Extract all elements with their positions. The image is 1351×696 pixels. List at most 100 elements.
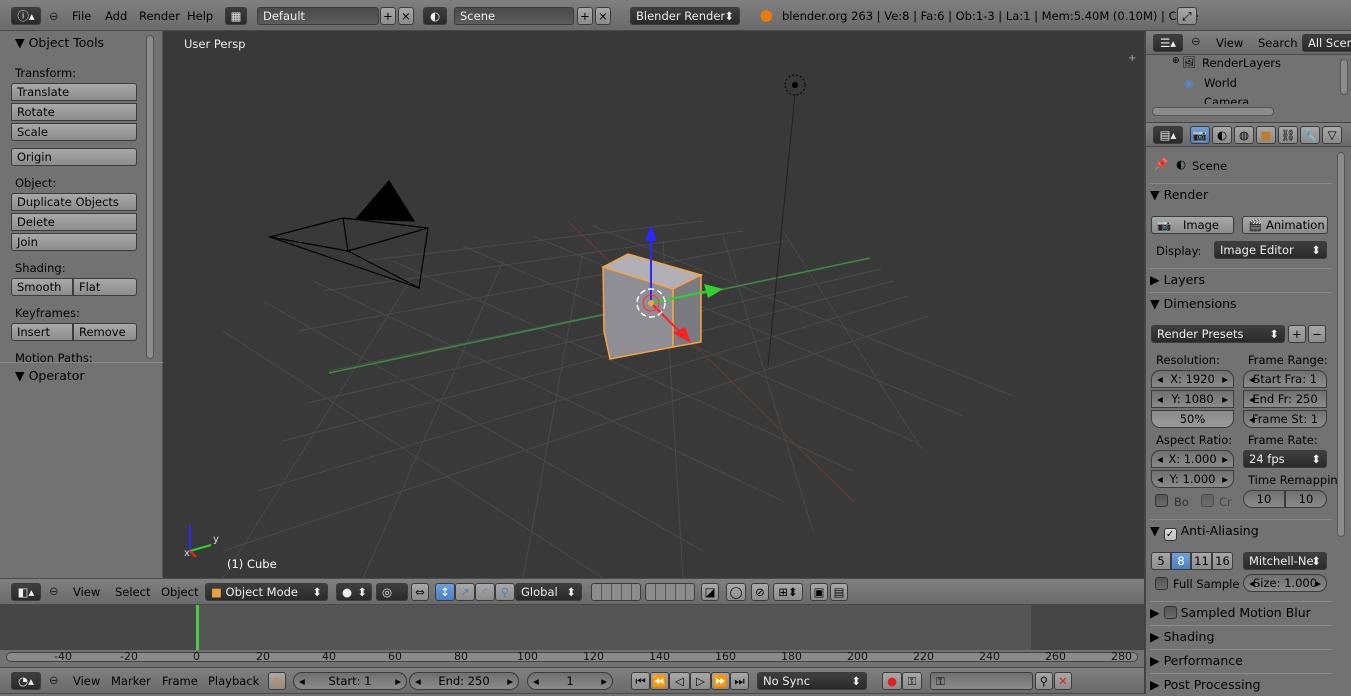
start-frame-field[interactable]: ◂ Start: 1 ▸ [293, 672, 407, 690]
record-button[interactable]: ● [882, 672, 902, 690]
start-frame-field[interactable]: ◂ Start Fra: 1 [1243, 370, 1327, 388]
time-remap-new-field[interactable]: 10 [1285, 490, 1327, 508]
play-button[interactable]: ▷ [690, 672, 711, 690]
resolution-y-field[interactable]: ◂ Y: 1080 ▸ [1151, 390, 1234, 408]
add-scene-button[interactable]: + [577, 7, 593, 25]
resolution-x-field[interactable]: ◂ X: 1920 ▸ [1151, 370, 1234, 388]
aa-samples-5[interactable]: 5 [1151, 552, 1171, 570]
jump-keyframe-back-button[interactable]: ⏪ [650, 672, 669, 690]
fullscreen-button[interactable]: ⤢ [1177, 7, 1197, 25]
outliner-v-scrollbar[interactable] [1340, 59, 1348, 95]
proportional-edit-button[interactable]: ◯ [726, 583, 746, 601]
lock-layers-button[interactable]: ◪ [701, 583, 719, 601]
jump-end-button[interactable]: ⏭ [730, 672, 749, 690]
aspect-y-field[interactable]: ◂ Y: 1.000 ▸ [1151, 470, 1234, 488]
insert-keyframe-button[interactable]: ⚲ [1035, 672, 1053, 690]
crop-checkbox[interactable] [1201, 494, 1214, 507]
world-context-button[interactable]: ◍ [1234, 126, 1254, 144]
outliner-menu-view[interactable]: View [1216, 36, 1243, 50]
motion-blur-checkbox[interactable] [1163, 606, 1177, 619]
properties-editor-type-button[interactable]: ▤▴ [1153, 126, 1183, 144]
insert-keyframe-button[interactable]: Insert [11, 323, 73, 341]
timeline-menu-frame[interactable]: Frame [162, 674, 198, 688]
render-image-button[interactable]: 📷 Image [1151, 216, 1234, 234]
timeline-menu-view[interactable]: View [73, 674, 100, 688]
remove-keyframe-button[interactable]: Remove [73, 323, 137, 341]
render-animation-button[interactable]: 🎬 Animation [1242, 216, 1328, 234]
layers-grid-1[interactable] [591, 583, 641, 601]
pin-icon[interactable]: 📌 [1154, 157, 1168, 171]
timeline-scrollbar[interactable] [6, 652, 1138, 662]
properties-scrollbar[interactable] [1337, 152, 1345, 537]
outliner-menu-search[interactable]: Search [1258, 36, 1298, 50]
aspect-x-field[interactable]: ◂ X: 1.000 ▸ [1151, 450, 1234, 468]
timeline-menu-marker[interactable]: Marker [111, 674, 151, 688]
motion-blur-panel-header[interactable]: ▶ Sampled Motion Blur [1150, 601, 1332, 623]
add-screen-button[interactable]: + [380, 7, 396, 25]
sync-mode-select[interactable]: No Sync ⬍ [757, 672, 867, 690]
screen-layout-icon[interactable]: ▦ [225, 7, 247, 25]
join-button[interactable]: Join [11, 233, 137, 251]
local-manipulator-button[interactable]: ⚲ [495, 583, 515, 601]
manipulator-toggle[interactable]: ⇔ [411, 583, 429, 601]
current-frame-field[interactable]: ◂ 1 ▸ [527, 672, 613, 690]
render-presets-select[interactable]: Render Presets ⬍ [1151, 325, 1285, 343]
current-frame-indicator[interactable] [196, 605, 199, 650]
screen-layout-field[interactable]: Default [257, 7, 379, 25]
play-reverse-button[interactable]: ◁ [669, 672, 690, 690]
full-sample-checkbox[interactable] [1155, 577, 1168, 590]
object-context-button[interactable]: ■ [1256, 126, 1276, 144]
snap-toggle-button[interactable]: ⊘ [751, 583, 769, 601]
keying-set-field[interactable]: ⚿ [930, 672, 1033, 690]
anti-aliasing-checkbox[interactable]: ✓ [1163, 528, 1177, 541]
transform-orientation-select[interactable]: Global ⬍ [515, 583, 582, 601]
outliner-editor-type-button[interactable]: ☰▴ [1153, 34, 1183, 52]
aa-samples-11[interactable]: 11 [1191, 552, 1212, 570]
end-frame-field[interactable]: ◂ End: 250 ▸ [409, 672, 519, 690]
scale-manipulator-button[interactable]: ◜ [475, 583, 495, 601]
viewport-3d[interactable]: User Persp + y x (1) Cube [163, 31, 1144, 578]
remove-preset-button[interactable]: − [1308, 325, 1326, 343]
toolshelf-scrollbar[interactable] [146, 35, 154, 359]
layers-panel-header[interactable]: ▶ Layers [1150, 268, 1332, 290]
shading-panel-header[interactable]: ▶ Shading [1150, 625, 1332, 647]
menu-object[interactable]: Object [161, 585, 198, 599]
post-processing-panel-header[interactable]: ▶ Post Processing [1150, 673, 1332, 694]
menu-add[interactable]: Add [105, 0, 127, 32]
pivot-point-select[interactable]: ◎ [376, 583, 408, 601]
smooth-button[interactable]: Smooth [11, 278, 73, 296]
filter-size-field[interactable]: ◂ Size: 1.000 ▸ [1243, 574, 1327, 592]
aa-filter-select[interactable]: Mitchell-Ne ⬍ [1243, 552, 1327, 570]
outliner-display-mode-select[interactable]: All Scenes [1302, 34, 1351, 52]
translate-manipulator-button[interactable]: ↕ [435, 583, 455, 601]
collapse-menu-icon[interactable]: ⊖ [49, 9, 59, 23]
add-preset-button[interactable]: + [1288, 325, 1306, 343]
jump-start-button[interactable]: ⏮ [631, 672, 650, 690]
constraints-context-button[interactable]: ⛓ [1278, 126, 1298, 144]
timeline-editor-type-button[interactable]: ◔▴ [11, 672, 41, 690]
render-animation-button[interactable]: ▤ [830, 583, 848, 601]
performance-panel-header[interactable]: ▶ Performance [1150, 649, 1332, 671]
delete-scene-button[interactable]: × [595, 7, 611, 25]
collapse-menu-icon[interactable]: ⊖ [49, 584, 59, 598]
menu-select[interactable]: Select [115, 585, 150, 599]
object-tools-header[interactable]: ▼ Object Tools [15, 35, 104, 50]
aa-samples-16[interactable]: 16 [1212, 552, 1233, 570]
data-context-button[interactable]: ▽ [1322, 126, 1342, 144]
modifiers-context-button[interactable]: 🔧 [1300, 126, 1320, 144]
border-checkbox[interactable] [1155, 494, 1168, 507]
operator-panel-header[interactable]: ▼ Operator [15, 368, 85, 383]
flat-button[interactable]: Flat [73, 278, 137, 296]
scene-context-button[interactable]: ◐ [1212, 126, 1232, 144]
expand-icon[interactable]: ⊕ [1172, 56, 1180, 66]
delete-button[interactable]: Delete [11, 213, 137, 231]
preview-range-button[interactable]: ◷ [268, 672, 286, 690]
keying-set-button[interactable]: ⚿ [902, 672, 922, 690]
render-still-button[interactable]: ▣ [810, 583, 828, 601]
frame-rate-select[interactable]: 24 fps ⬍ [1243, 450, 1327, 468]
outliner-item-camera[interactable]: Camera [1204, 95, 1249, 104]
outliner-camera-row[interactable]: Camera [1166, 95, 1336, 104]
duplicate-objects-button[interactable]: Duplicate Objects [11, 193, 137, 211]
origin-button[interactable]: Origin [11, 148, 137, 166]
menu-render[interactable]: Render [139, 0, 180, 32]
